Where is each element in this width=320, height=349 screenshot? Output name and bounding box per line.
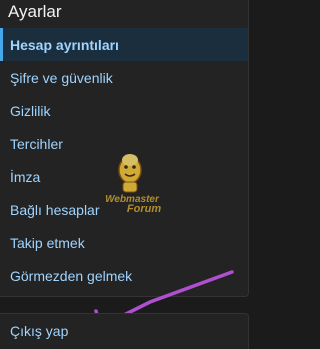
nav-item-label: Gizlilik [10, 102, 51, 119]
logout-link[interactable]: Çıkış yap [10, 323, 68, 339]
nav-item-following[interactable]: Takip etmek [0, 226, 248, 259]
nav-item-signature[interactable]: İmza [0, 160, 248, 193]
nav-item-label: İmza [10, 168, 41, 185]
settings-nav-list: Hesap ayrıntıları Şifre ve güvenlik Gizl… [0, 28, 248, 292]
page: Ayarlar Hesap ayrıntıları Şifre ve güven… [0, 0, 257, 349]
nav-item-label: Görmezden gelmek [10, 267, 133, 284]
nav-item-privacy[interactable]: Gizlilik [0, 94, 248, 127]
nav-item-preferences[interactable]: Tercihler [0, 127, 248, 160]
nav-item-label: Tercihler [10, 135, 63, 152]
nav-item-account-details[interactable]: Hesap ayrıntıları [0, 28, 248, 61]
settings-menu-panel: Ayarlar Hesap ayrıntıları Şifre ve güven… [0, 0, 249, 297]
nav-item-connected-accounts[interactable]: Bağlı hesaplar [0, 193, 248, 226]
nav-item-label: Bağlı hesaplar [10, 201, 100, 218]
nav-item-label: Şifre ve güvenlik [10, 69, 113, 86]
panel-title: Ayarlar [8, 2, 62, 21]
nav-item-password-security[interactable]: Şifre ve güvenlik [0, 61, 248, 94]
logout-panel: Çıkış yap [0, 313, 249, 349]
nav-item-label: Takip etmek [10, 234, 85, 251]
nav-item-label: Hesap ayrıntıları [10, 36, 119, 53]
nav-item-ignoring[interactable]: Görmezden gelmek [0, 259, 248, 292]
